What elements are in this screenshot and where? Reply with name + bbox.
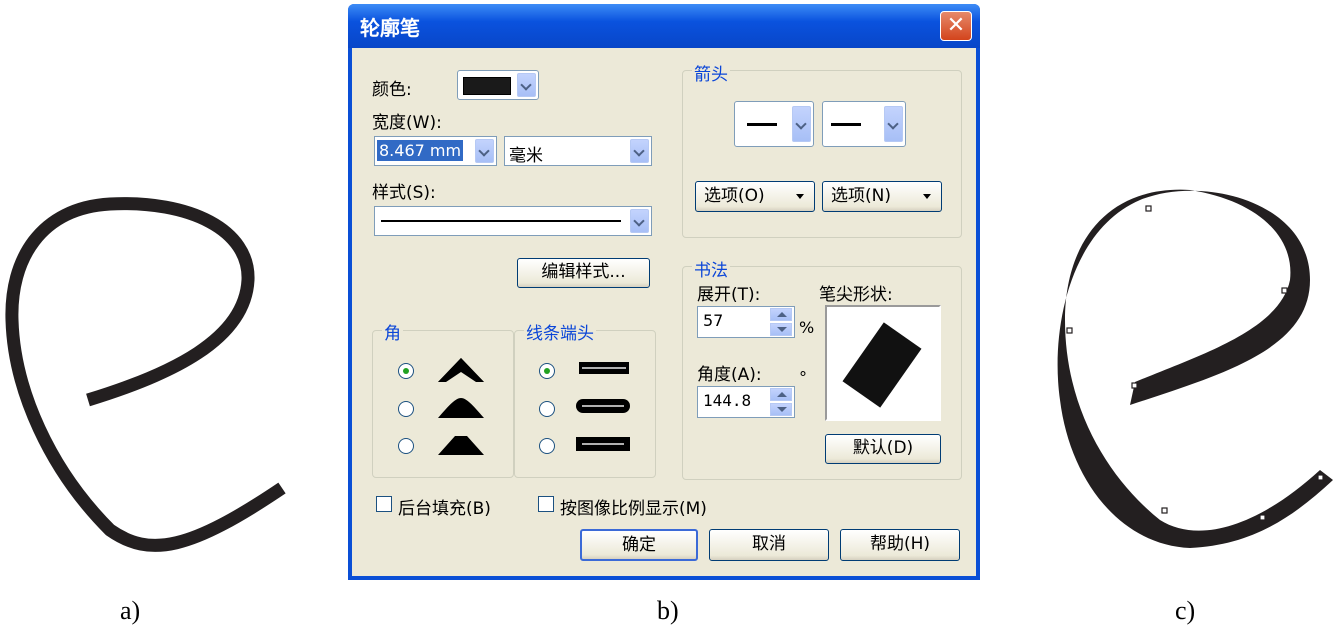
- spin-down-icon[interactable]: [770, 323, 792, 336]
- corners-label: 角: [382, 319, 403, 344]
- scale-with-image-label: 按图像比例显示(M): [560, 499, 707, 519]
- calligraphic-outline-letter-e: [1057, 189, 1333, 548]
- end-arrow-options-button[interactable]: 选项(N): [822, 181, 942, 212]
- corner-miter-radio[interactable]: [398, 363, 414, 379]
- scale-with-image-checkbox[interactable]: [538, 496, 554, 512]
- nib-shape-preview[interactable]: [825, 305, 941, 421]
- title-bar: 轮廓笔 ✕: [348, 4, 980, 48]
- color-label: 颜色:: [372, 80, 412, 100]
- chevron-down-icon: [475, 139, 494, 163]
- arrows-group: [682, 70, 962, 238]
- edit-style-button[interactable]: 编辑样式...: [517, 258, 650, 288]
- nib-shape: [842, 322, 922, 408]
- outline-pen-dialog: 轮廓笔 ✕ 颜色: 宽度(W): 8.467 mm 毫米 样式(S): 编辑样式…: [348, 4, 980, 580]
- miter-corner-icon: [438, 358, 484, 382]
- angle-spinner[interactable]: [770, 388, 792, 416]
- cap-butt-radio[interactable]: [539, 363, 555, 379]
- line-style-combo[interactable]: [374, 206, 652, 236]
- line-caps-label: 线条端头: [524, 319, 596, 344]
- stretch-input[interactable]: 57: [697, 306, 795, 338]
- chevron-down-icon: [630, 209, 649, 233]
- unit-value: 毫米: [509, 146, 543, 166]
- caption-c: c): [1175, 596, 1196, 625]
- start-arrow-combo[interactable]: [734, 101, 814, 147]
- chevron-down-icon: [630, 139, 649, 163]
- nib-shape-label: 笔尖形状:: [819, 285, 893, 305]
- dialog-body: 颜色: 宽度(W): 8.467 mm 毫米 样式(S): 编辑样式... 角: [352, 48, 976, 576]
- unit-combo[interactable]: 毫米: [504, 136, 652, 166]
- chevron-down-icon: [884, 106, 903, 142]
- square-cap-icon: [576, 437, 630, 451]
- corner-round-radio[interactable]: [398, 401, 414, 417]
- stretch-value: 57: [703, 311, 724, 330]
- round-corner-icon: [438, 398, 484, 418]
- butt-cap-icon: [579, 362, 629, 374]
- angle-value: 144.8: [703, 391, 752, 410]
- spin-up-icon[interactable]: [770, 388, 792, 401]
- caption-a: a): [120, 596, 141, 625]
- angle-input[interactable]: 144.8: [697, 386, 795, 418]
- start-arrow-options-button[interactable]: 选项(O): [695, 181, 815, 212]
- color-picker[interactable]: [457, 70, 539, 100]
- thin-outline-letter-e: [5, 197, 286, 552]
- cap-square-radio[interactable]: [539, 438, 555, 454]
- caption-b: b): [657, 596, 679, 625]
- stretch-unit: %: [799, 318, 815, 337]
- line-sample: [831, 123, 861, 126]
- dialog-title: 轮廓笔: [360, 16, 420, 40]
- chevron-down-icon: [517, 73, 536, 97]
- width-value: 8.467 mm: [377, 140, 464, 161]
- behind-fill-checkbox[interactable]: [376, 496, 392, 512]
- end-arrow-options-label: 选项(N): [831, 186, 891, 206]
- arrows-label: 箭头: [692, 60, 730, 85]
- ok-button[interactable]: 确定: [580, 529, 698, 561]
- spin-up-icon[interactable]: [770, 308, 792, 321]
- help-button[interactable]: 帮助(H): [840, 529, 960, 561]
- angle-label: 角度(A):: [697, 365, 762, 385]
- round-cap-icon: [576, 399, 630, 413]
- dropdown-arrow-icon: [923, 194, 931, 199]
- calligraphy-label: 书法: [692, 256, 730, 281]
- style-label: 样式(S):: [372, 183, 436, 203]
- stretch-spinner[interactable]: [770, 308, 792, 336]
- solid-line-sample: [381, 220, 621, 222]
- end-arrow-combo[interactable]: [822, 101, 906, 147]
- close-button[interactable]: ✕: [940, 11, 972, 41]
- chevron-down-icon: [792, 106, 811, 142]
- width-label: 宽度(W):: [372, 113, 442, 133]
- spin-down-icon[interactable]: [770, 403, 792, 416]
- behind-fill-label: 后台填充(B): [398, 499, 491, 519]
- bevel-corner-icon: [438, 436, 484, 455]
- stretch-label: 展开(T):: [697, 285, 761, 305]
- start-arrow-options-label: 选项(O): [704, 186, 765, 206]
- default-button[interactable]: 默认(D): [825, 434, 941, 464]
- cap-round-radio[interactable]: [539, 401, 555, 417]
- angle-unit: °: [799, 368, 807, 387]
- corner-bevel-radio[interactable]: [398, 438, 414, 454]
- line-sample: [747, 123, 777, 126]
- color-swatch: [463, 77, 511, 95]
- width-combo[interactable]: 8.467 mm: [374, 136, 497, 166]
- cancel-button[interactable]: 取消: [709, 529, 829, 561]
- dropdown-arrow-icon: [796, 194, 804, 199]
